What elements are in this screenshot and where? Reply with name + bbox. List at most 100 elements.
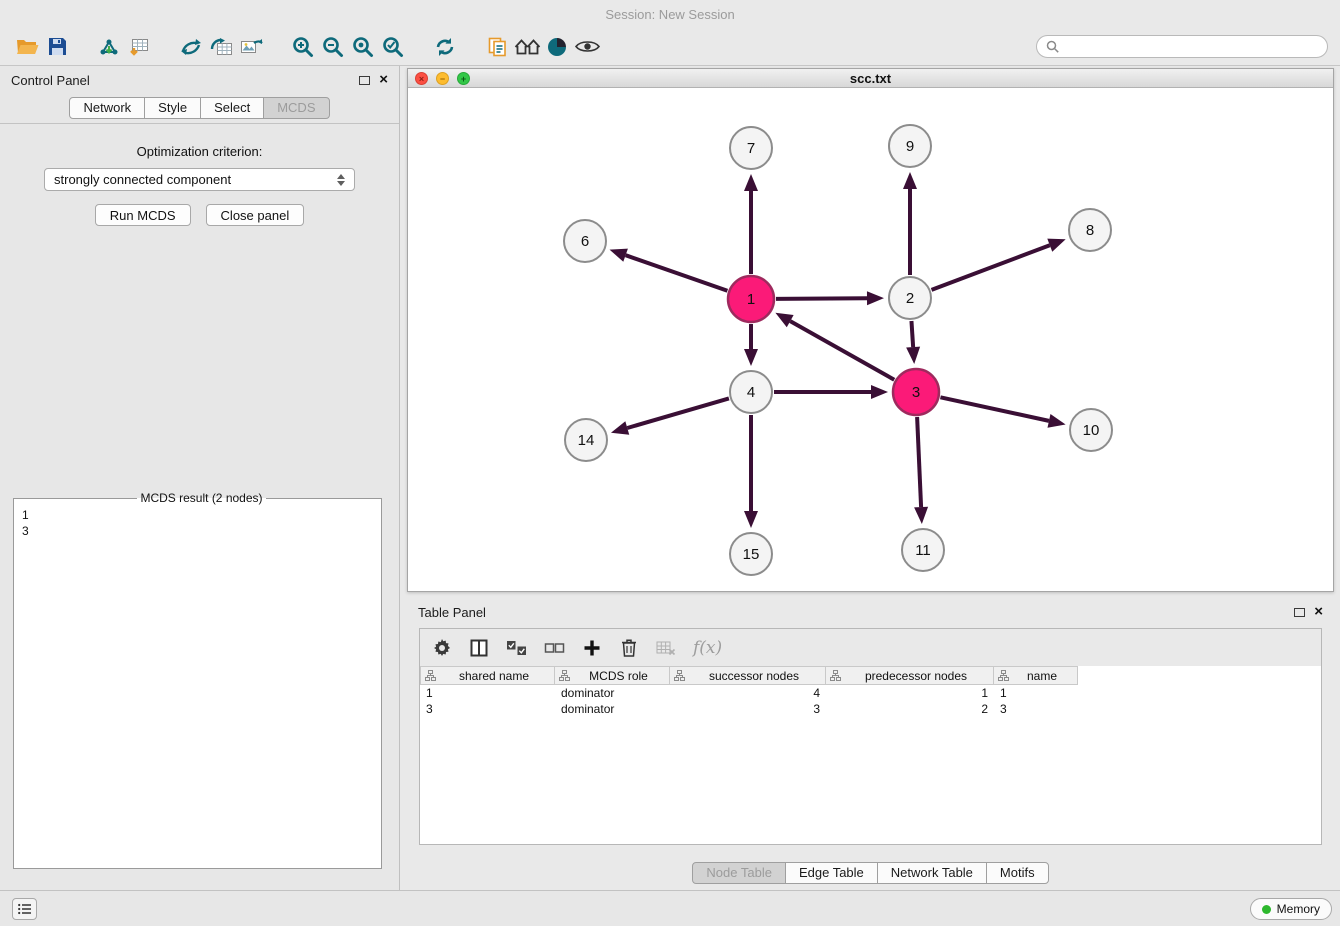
graph-node-7[interactable]: 7	[730, 127, 772, 169]
table-row[interactable]: 1dominator411	[420, 685, 1321, 701]
svg-text:3: 3	[912, 384, 920, 401]
graph-node-4[interactable]: 4	[730, 371, 772, 413]
column-header-shared-name[interactable]: shared name	[420, 666, 555, 685]
table-row[interactable]: 3dominator323	[420, 701, 1321, 717]
table-cell[interactable]: dominator	[555, 701, 670, 717]
search-input[interactable]	[1064, 40, 1318, 54]
close-panel-button[interactable]: Close panel	[206, 204, 305, 226]
run-mcds-button[interactable]: Run MCDS	[95, 204, 191, 226]
new-network-button[interactable]	[176, 32, 206, 62]
style-button[interactable]	[542, 32, 572, 62]
table-toolbar: f(x)	[420, 629, 1321, 666]
table-settings-button[interactable]	[432, 636, 452, 660]
control-tab-style[interactable]: Style	[144, 97, 201, 119]
function-builder-button[interactable]: f(x)	[693, 636, 722, 660]
graph-node-2[interactable]: 2	[889, 277, 931, 319]
graph-node-11[interactable]: 11	[902, 529, 944, 571]
table-cell[interactable]: dominator	[555, 685, 670, 701]
float-panel-icon[interactable]	[359, 76, 370, 85]
table-tab-node-table[interactable]: Node Table	[692, 862, 786, 884]
network-canvas[interactable]: 7 9 6 8 1 2 4 3 14 10 15 11	[408, 88, 1333, 591]
refresh-layout-button[interactable]	[430, 32, 460, 62]
graph-edge-2-8[interactable]	[932, 239, 1066, 290]
control-tab-select[interactable]: Select	[200, 97, 264, 119]
zoom-out-button[interactable]	[318, 32, 348, 62]
graph-edge-3-1[interactable]	[775, 313, 894, 380]
save-session-button[interactable]	[42, 32, 72, 62]
select-all-button[interactable]	[506, 636, 527, 660]
folder-open-icon	[16, 38, 39, 56]
show-columns-button[interactable]	[469, 636, 489, 660]
table-cell[interactable]: 3	[670, 701, 826, 717]
eye-icon	[575, 39, 600, 54]
import-network-button[interactable]	[94, 32, 124, 62]
table-cell[interactable]: 3	[420, 701, 555, 717]
panel-menu-button[interactable]	[12, 898, 37, 920]
graph-node-15[interactable]: 15	[730, 533, 772, 575]
table-cell[interactable]: 2	[826, 701, 994, 717]
graph-edge-1-2[interactable]	[776, 291, 884, 305]
graph-node-9[interactable]: 9	[889, 125, 931, 167]
zoom-selected-button[interactable]	[378, 32, 408, 62]
graph-edge-2-9[interactable]	[903, 172, 917, 275]
column-header-successor-nodes[interactable]: successor nodes	[670, 666, 826, 685]
window-zoom-icon[interactable]: +	[457, 72, 470, 85]
control-tab-network[interactable]: Network	[69, 97, 145, 119]
column-header-name[interactable]: name	[994, 666, 1078, 685]
zoom-in-button[interactable]	[288, 32, 318, 62]
import-table-button[interactable]	[124, 32, 154, 62]
graph-node-1[interactable]: 1	[728, 276, 774, 322]
search-field[interactable]	[1036, 35, 1328, 58]
table-cell[interactable]: 1	[826, 685, 994, 701]
zoom-out-icon	[322, 36, 344, 58]
control-tab-mcds[interactable]: MCDS	[263, 97, 329, 119]
graph-node-8[interactable]: 8	[1069, 209, 1111, 251]
column-header-predecessor-nodes[interactable]: predecessor nodes	[826, 666, 994, 685]
network-from-table-button[interactable]	[206, 32, 236, 62]
graph-edge-4-14[interactable]	[611, 398, 729, 434]
table-cell[interactable]: 4	[670, 685, 826, 701]
graph-node-6[interactable]: 6	[564, 220, 606, 262]
table-cell[interactable]: 1	[420, 685, 555, 701]
graph-edge-2-3[interactable]	[906, 321, 920, 364]
deselect-all-button[interactable]	[544, 636, 565, 660]
delete-row-button[interactable]	[619, 636, 639, 660]
show-graphics-button[interactable]	[572, 32, 602, 62]
graph-edge-1-7[interactable]	[744, 174, 758, 274]
add-row-button[interactable]	[582, 636, 602, 660]
graph-node-3[interactable]: 3	[893, 369, 939, 415]
home-neighbors-button[interactable]	[512, 32, 542, 62]
graph-node-10[interactable]: 10	[1070, 409, 1112, 451]
svg-text:6: 6	[581, 233, 589, 250]
zoom-fit-button[interactable]	[348, 32, 378, 62]
graph-edge-4-15[interactable]	[744, 415, 758, 528]
open-session-button[interactable]	[12, 32, 42, 62]
graph-edge-1-4[interactable]	[744, 324, 758, 366]
window-minimize-icon[interactable]: −	[436, 72, 449, 85]
table-cell[interactable]: 3	[994, 701, 1078, 717]
table-tab-network-table[interactable]: Network Table	[877, 862, 987, 884]
column-header-mcds-role[interactable]: MCDS role	[555, 666, 670, 685]
memory-button[interactable]: Memory	[1250, 898, 1332, 920]
close-panel-icon[interactable]: ×	[379, 73, 388, 87]
delete-table-button[interactable]	[656, 636, 676, 660]
graph-edge-1-6[interactable]	[610, 249, 728, 291]
network-view-window: × − + scc.txt 7968124314101511	[407, 68, 1334, 592]
style-brush-icon	[547, 37, 567, 57]
mcds-result-lines: 13	[14, 505, 381, 541]
float-table-panel-icon[interactable]	[1294, 608, 1305, 617]
graph-edge-4-3[interactable]	[774, 385, 888, 399]
graph-edge-3-11[interactable]	[914, 417, 928, 524]
graph-node-14[interactable]: 14	[565, 419, 607, 461]
mcds-result-line: 3	[22, 523, 373, 539]
search-icon	[1046, 40, 1059, 53]
graph-edge-3-10[interactable]	[940, 397, 1065, 427]
close-table-panel-icon[interactable]: ×	[1314, 605, 1323, 619]
table-cell[interactable]: 1	[994, 685, 1078, 701]
export-image-button[interactable]	[236, 32, 266, 62]
window-close-icon[interactable]: ×	[415, 72, 428, 85]
table-tab-motifs[interactable]: Motifs	[986, 862, 1049, 884]
table-tab-edge-table[interactable]: Edge Table	[785, 862, 878, 884]
copy-view-button[interactable]	[482, 32, 512, 62]
optimization-select[interactable]: strongly connected component	[44, 168, 355, 191]
